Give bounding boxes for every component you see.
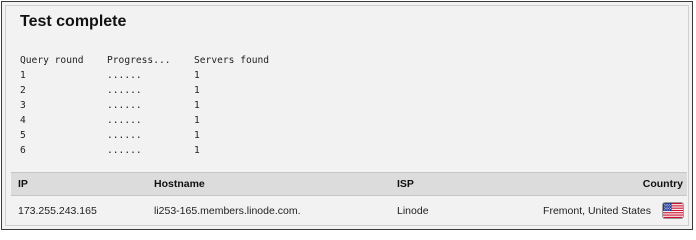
country-column-header: Country <box>642 178 683 190</box>
us-flag-icon <box>663 203 683 218</box>
isp-value: Linode <box>397 204 429 217</box>
progress-value: ...... <box>107 115 142 126</box>
query-round-value: 3 <box>20 100 26 111</box>
servers-found-value: 1 <box>194 70 200 81</box>
dns-servers-table: IP Hostname ISP Country 173.255.243.165 … <box>11 172 687 225</box>
query-round-value: 1 <box>20 70 26 81</box>
progress-value: ...... <box>107 85 142 96</box>
servers-found-value: 1 <box>194 115 200 126</box>
query-row: 5 ...... 1 <box>20 128 314 143</box>
country-value: Fremont, United States <box>543 204 651 217</box>
query-round-value: 5 <box>20 130 26 141</box>
progress-value: ...... <box>107 100 142 111</box>
progress-value: ...... <box>107 130 142 141</box>
ip-column-header: IP <box>18 178 28 190</box>
query-rounds-table: Query round Progress... Servers found 1 … <box>20 53 314 158</box>
progress-header: Progress... <box>107 55 171 66</box>
hostname-value: li253-165.members.linode.com. <box>154 204 301 217</box>
query-table-header: Query round Progress... Servers found <box>20 53 314 68</box>
query-round-value: 4 <box>20 115 26 126</box>
query-round-header: Query round <box>20 55 84 66</box>
results-table-header: IP Hostname ISP Country <box>11 172 687 196</box>
query-row: 1 ...... 1 <box>20 68 314 83</box>
servers-found-value: 1 <box>194 130 200 141</box>
isp-column-header: ISP <box>397 178 414 190</box>
servers-found-header: Servers found <box>194 55 270 66</box>
page-title: Test complete <box>20 13 127 30</box>
hostname-column-header: Hostname <box>154 178 205 190</box>
servers-found-value: 1 <box>194 100 200 111</box>
country-cell: Fremont, United States <box>543 196 683 225</box>
progress-value: ...... <box>107 145 142 156</box>
query-round-value: 2 <box>20 85 26 96</box>
query-row: 6 ...... 1 <box>20 143 314 158</box>
servers-found-value: 1 <box>194 145 200 156</box>
query-round-value: 6 <box>20 145 26 156</box>
ip-value: 173.255.243.165 <box>18 204 97 217</box>
query-row: 3 ...... 1 <box>20 98 314 113</box>
results-panel: Test complete Query round Progress... Se… <box>1 1 693 230</box>
table-row: 173.255.243.165 li253-165.members.linode… <box>11 196 687 225</box>
progress-value: ...... <box>107 70 142 81</box>
servers-found-value: 1 <box>194 85 200 96</box>
query-row: 4 ...... 1 <box>20 113 314 128</box>
query-row: 2 ...... 1 <box>20 83 314 98</box>
